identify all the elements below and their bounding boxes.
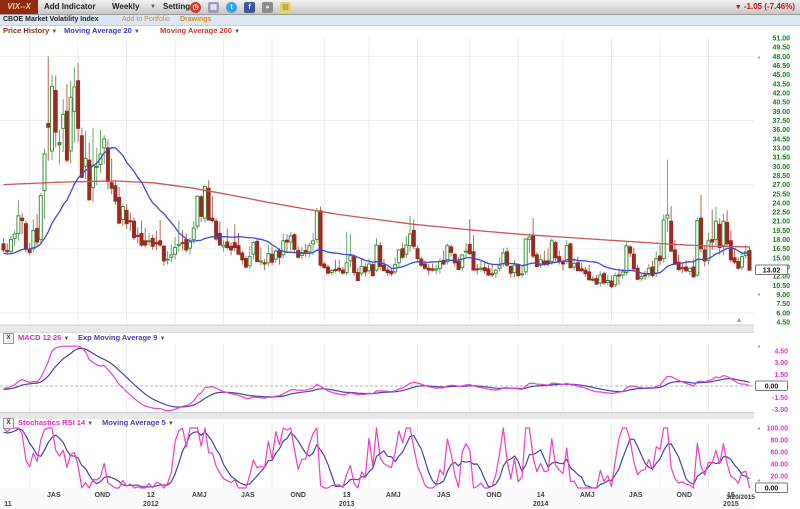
chart-canvas[interactable]: 51.00 49.50 48.00 46.50 45.00 43.50 42.00 40.50… — [0, 0, 800, 509]
stoch-title-dropdown[interactable]: Stochastics RSI 14 ▼ — [18, 418, 93, 428]
x-axis-quarter-label: JAS — [47, 492, 61, 499]
stoch-panel-header: X Stochastics RSI 14 ▼ Moving Average 5 … — [0, 418, 400, 428]
price-axis-tick: 4.50 — [776, 320, 790, 327]
axis-resize-arrow-icon: ◂ — [757, 344, 760, 350]
price-axis-tick: 48.00 — [772, 54, 790, 61]
stoch-axis-tick: 40.00 — [770, 462, 788, 469]
x-axis-year-label: 2014 — [533, 501, 549, 508]
caret-down-icon: ▼ — [168, 421, 174, 427]
macd-axis-tick: -3.00 — [772, 407, 788, 414]
x-axis-quarter-label: AMJ — [580, 492, 595, 499]
price-axis-tick: 36.00 — [772, 127, 790, 134]
macd-title-dropdown[interactable]: MACD 12 26 ▼ — [18, 333, 69, 343]
price-axis-tick: 16.50 — [772, 246, 790, 253]
stoch-axis-tick: 60.00 — [770, 450, 788, 457]
stoch-overlay-dropdown[interactable]: Moving Average 5 ▼ — [102, 418, 174, 428]
price-axis-tick: 21.00 — [772, 219, 790, 226]
axis-resize-arrow-icon: ◂ — [757, 426, 760, 432]
macd-axis-tick: -1.50 — [772, 395, 788, 402]
x-axis-quarter-label: AMJ — [386, 492, 401, 499]
scroll-arrow-icon: ▴ — [737, 315, 741, 324]
price-axis-tick: 31.50 — [772, 155, 790, 162]
x-axis-quarter-label: 14 — [537, 492, 545, 499]
x-axis-quarter-label: JAS — [629, 492, 643, 499]
x-axis-year-label: 2015 — [723, 501, 739, 508]
macd-current-label: 0.00 — [765, 384, 779, 391]
price-axis-tick: 22.50 — [772, 210, 790, 217]
price-axis-tick: 9.00 — [776, 292, 790, 299]
caret-down-icon: ▼ — [63, 336, 69, 342]
price-axis-tick: 45.00 — [772, 72, 790, 79]
x-axis-quarter-label: OND — [486, 492, 502, 499]
price-axis-tick: 40.50 — [772, 100, 790, 107]
price-axis-tick: 10.50 — [772, 283, 790, 290]
x-axis-year-label: 11 — [4, 501, 12, 508]
price-axis-tick: 46.50 — [772, 63, 790, 70]
macd-overlay-dropdown[interactable]: Exp Moving Average 9 ▼ — [78, 333, 166, 343]
current-price-label: 13.02 — [763, 267, 781, 274]
price-axis-tick: 18.00 — [772, 237, 790, 244]
price-axis-tick: 15.00 — [772, 255, 790, 262]
stoch-axis-tick: 100.00 — [767, 426, 789, 433]
price-axis-tick: 39.00 — [772, 109, 790, 116]
x-axis-quarter-label: JAS — [241, 492, 255, 499]
price-axis-tick: 49.50 — [772, 45, 790, 52]
price-axis-tick: 33.00 — [772, 145, 790, 152]
x-axis-quarter-label: OND — [676, 492, 692, 499]
price-axis-tick: 30.00 — [772, 164, 790, 171]
price-axis-tick: 28.50 — [772, 173, 790, 180]
x-axis-quarter-label: 12 — [147, 492, 155, 499]
last-date-label: 3/20/2015 — [726, 494, 755, 501]
x-axis-year-label: 2012 — [143, 501, 159, 508]
price-axis-tick: 51.00 — [772, 36, 790, 43]
macd-axis-tick: 3.00 — [774, 360, 788, 367]
price-axis-tick: 25.50 — [772, 191, 790, 198]
caret-down-icon: ▼ — [87, 421, 93, 427]
charting-app-window: { "toolbar": { "symbol_tab": "VIX--X", "… — [0, 0, 800, 509]
price-axis-tick: 37.50 — [772, 118, 790, 125]
price-axis-tick: 6.00 — [776, 310, 790, 317]
price-axis-tick: 34.50 — [772, 136, 790, 143]
price-axis-tick: 27.00 — [772, 182, 790, 189]
price-axis-tick: 42.00 — [772, 90, 790, 97]
x-axis-year-label: 2013 — [339, 501, 355, 508]
macd-axis-tick: 4.50 — [774, 348, 788, 355]
stoch-axis-tick: 80.00 — [770, 438, 788, 445]
x-axis-quarter-label: JAS — [437, 492, 451, 499]
price-axis-tick: 19.50 — [772, 228, 790, 235]
macd-axis-tick: 1.50 — [774, 372, 788, 379]
stoch-axis-tick: 20.00 — [770, 474, 788, 481]
stoch-close-button[interactable]: X — [3, 418, 14, 429]
caret-down-icon: ▼ — [160, 336, 166, 342]
axis-resize-arrow-icon: ◂ — [757, 55, 760, 61]
macd-close-button[interactable]: X — [3, 333, 14, 344]
x-axis-quarter-label: OND — [290, 492, 306, 499]
stoch-current-label: 0.00 — [765, 486, 779, 493]
price-axis-tick: 24.00 — [772, 200, 790, 207]
x-axis-quarter-label: 13 — [343, 492, 351, 499]
price-axis-tick: 43.50 — [772, 81, 790, 88]
axis-resize-arrow-icon: ◂ — [757, 478, 760, 484]
x-axis-quarter-label: OND — [95, 492, 111, 499]
x-axis-quarter-label: AMJ — [192, 492, 207, 499]
macd-panel-header: X MACD 12 26 ▼ Exp Moving Average 9 ▼ — [0, 333, 400, 343]
price-axis-tick: 7.50 — [776, 301, 790, 308]
axis-resize-arrow-icon: ◂ — [757, 292, 760, 298]
